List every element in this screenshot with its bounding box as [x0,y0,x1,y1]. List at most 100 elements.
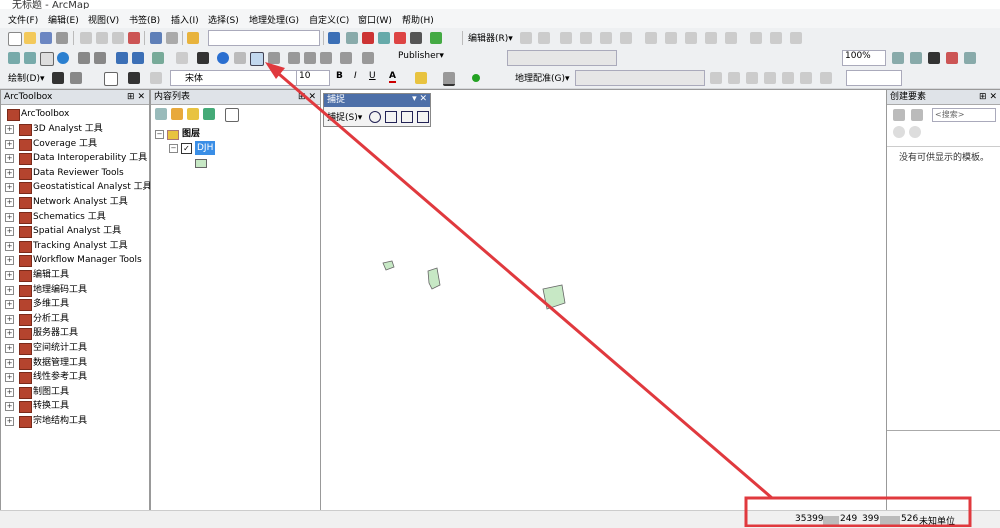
georef-layer-dropdown[interactable] [575,70,705,86]
georef-tool-icon-4[interactable] [764,72,776,84]
zoom-template-icon-2[interactable] [909,126,921,138]
save-icon[interactable] [40,32,52,44]
line-color-icon[interactable] [443,72,455,86]
menu-file[interactable]: 文件(F) [8,13,38,26]
select-elements-icon[interactable] [197,52,209,64]
draw-menu[interactable]: 绘制(D)▾ [8,71,44,84]
reshape-icon[interactable] [665,32,677,44]
zoom-in-icon[interactable] [8,52,20,64]
full-extent-icon[interactable] [57,52,69,64]
redo-icon[interactable] [166,32,178,44]
back-icon[interactable] [116,52,128,64]
measure-icon[interactable] [268,52,280,64]
layout-icon-3[interactable] [946,52,958,64]
pin-close-icon[interactable]: ⊞ ✕ [298,90,316,104]
rotate-icon[interactable] [725,32,737,44]
go-to-xy-icon[interactable] [320,52,332,64]
toc-options-icon[interactable] [225,108,239,122]
add-data-icon[interactable] [187,32,199,44]
map-view[interactable]: 捕捉 ▾ ✕ 捕捉(S)▾ [320,89,887,511]
binoculars-icon[interactable] [928,52,940,64]
trace-icon[interactable] [600,32,612,44]
italic-button[interactable]: I [354,71,357,81]
print-icon[interactable] [56,32,68,44]
editor-menu[interactable]: 编辑器(R)▾ [468,31,513,44]
modelbuilder-icon[interactable] [430,32,442,44]
bold-button[interactable]: B [336,71,343,81]
endpoint-arc-icon[interactable] [580,32,592,44]
find-route-icon[interactable] [304,52,316,64]
edit-vertices-icon[interactable] [645,32,657,44]
scale-dropdown[interactable] [208,30,320,46]
delete-icon[interactable] [128,32,140,44]
attributes-icon[interactable] [750,32,762,44]
edit-vertices-icon[interactable] [150,72,162,84]
layout-icon-2[interactable] [910,52,922,64]
georef-tool-icon-1[interactable] [710,72,722,84]
filter-icon[interactable] [911,109,923,121]
menu-insert[interactable]: 插入(I) [171,13,199,26]
undo-icon[interactable] [150,32,162,44]
create-features-icon[interactable] [790,32,802,44]
list-by-source-icon[interactable] [171,108,183,120]
pin-close-icon[interactable]: ⊞ ✕ [979,90,997,104]
menu-bookmarks[interactable]: 书签(B) [129,13,160,26]
hyperlink-icon[interactable] [234,52,246,64]
rotate-element-icon[interactable] [70,72,82,84]
select-elements-icon[interactable] [52,72,64,84]
arctoolbox-window-icon[interactable] [362,32,374,44]
fixed-zoom-in-icon[interactable] [78,52,90,64]
copy-icon[interactable] [96,32,108,44]
menu-help[interactable]: 帮助(H) [402,13,434,26]
fill-color-icon[interactable] [415,72,427,84]
identify-icon[interactable] [217,52,229,64]
georef-field[interactable] [846,70,902,86]
georef-tool-icon-2[interactable] [728,72,740,84]
edit-tool-icon[interactable] [520,32,532,44]
menu-customize[interactable]: 自定义(C) [309,13,349,26]
publisher-dropdown[interactable] [507,50,617,66]
fixed-zoom-out-icon[interactable] [94,52,106,64]
pin-close-icon[interactable]: ⊞ ✕ [127,90,145,104]
rectangle-icon[interactable] [104,72,118,86]
split-icon[interactable] [705,32,717,44]
georef-tool-icon-6[interactable] [800,72,812,84]
sketch-properties-icon[interactable] [770,32,782,44]
find-icon[interactable] [288,52,300,64]
open-folder-icon[interactable] [24,32,36,44]
georeferencing-menu[interactable]: 地理配准(G)▾ [515,71,570,84]
cut-icon[interactable] [80,32,92,44]
layer-visibility-checkbox[interactable]: ✓ [181,143,192,154]
zoom-template-icon[interactable] [893,126,905,138]
html-popup-icon[interactable] [250,52,264,66]
toc-window-icon[interactable] [346,32,358,44]
search-window-icon[interactable] [394,32,406,44]
underline-button[interactable]: U [369,71,376,81]
text-icon[interactable] [128,72,140,84]
georef-tool-icon-5[interactable] [782,72,794,84]
publisher-menu[interactable]: Publisher▾ [398,51,444,61]
georef-tool-icon-3[interactable] [746,72,758,84]
catalog-window-icon[interactable] [378,32,390,44]
layout-icon-4[interactable] [964,52,976,64]
georef-tool-icon-7[interactable] [820,72,832,84]
edit-annotation-icon[interactable] [538,32,550,44]
create-viewer-window-icon[interactable] [362,52,374,64]
clear-selection-icon[interactable] [176,52,188,64]
menu-window[interactable]: 窗口(W) [358,13,392,26]
layout-icon-1[interactable] [892,52,904,64]
cut-polygons-icon[interactable] [685,32,697,44]
menu-edit[interactable]: 编辑(E) [48,13,79,26]
list-by-visibility-icon[interactable] [187,108,199,120]
time-slider-icon[interactable] [340,52,352,64]
template-search-input[interactable]: <搜索> [932,108,996,122]
list-by-drawing-order-icon[interactable] [155,108,167,120]
python-window-icon[interactable] [410,32,422,44]
paste-icon[interactable] [112,32,124,44]
organize-templates-icon[interactable] [893,109,905,121]
menu-geoprocessing[interactable]: 地理处理(G) [249,13,299,26]
editor-toolbar-icon[interactable] [328,32,340,44]
straight-segment-icon[interactable] [560,32,572,44]
menu-view[interactable]: 视图(V) [88,13,119,26]
zoom-out-icon[interactable] [24,52,36,64]
